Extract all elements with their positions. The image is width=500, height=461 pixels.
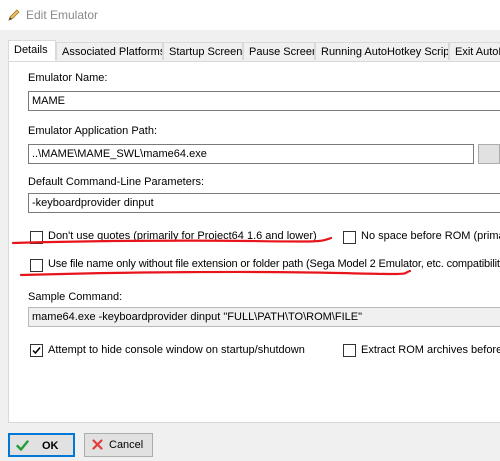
title-bar: Edit Emulator bbox=[0, 0, 500, 30]
tab-label: Exit AutoHo bbox=[455, 46, 500, 58]
hide-console-checkbox[interactable] bbox=[30, 344, 43, 357]
pencil-icon bbox=[8, 9, 20, 21]
tab-strip: Details Associated Platforms Startup Scr… bbox=[8, 40, 500, 61]
sample-command-label: Sample Command: bbox=[28, 291, 123, 303]
no-quotes-checkbox[interactable] bbox=[30, 231, 43, 244]
tab-label: Pause Screen bbox=[249, 46, 315, 58]
emulator-path-input[interactable]: ..\MAME\MAME_SWL\mame64.exe bbox=[28, 144, 474, 164]
cancel-label: Cancel bbox=[109, 439, 144, 451]
tab-details[interactable]: Details bbox=[8, 40, 56, 61]
window-title: Edit Emulator bbox=[26, 8, 99, 22]
checkmark-icon bbox=[16, 440, 29, 451]
extract-rom-checkbox[interactable] bbox=[343, 344, 356, 357]
emulator-name-label: Emulator Name: bbox=[28, 72, 108, 84]
tab-label: Associated Platforms bbox=[62, 46, 163, 58]
tab-label: Details bbox=[14, 44, 48, 56]
checkmark-icon bbox=[32, 347, 41, 355]
details-panel bbox=[8, 61, 500, 423]
params-input[interactable]: -keyboardprovider dinput bbox=[28, 193, 500, 213]
emulator-name-input[interactable]: MAME bbox=[28, 91, 500, 111]
filename-only-checkbox[interactable] bbox=[30, 259, 43, 272]
tab-associated-platforms[interactable]: Associated Platforms bbox=[56, 42, 163, 60]
params-label: Default Command-Line Parameters: bbox=[28, 176, 205, 188]
hide-console-label: Attempt to hide console window on startu… bbox=[48, 344, 305, 356]
browse-path-button[interactable] bbox=[478, 144, 500, 164]
cancel-button[interactable]: Cancel bbox=[84, 433, 153, 457]
tab-exit-autohotkey[interactable]: Exit AutoHo bbox=[449, 42, 500, 60]
tab-pause-screen[interactable]: Pause Screen bbox=[243, 42, 315, 60]
filename-only-label: Use file name only without file extensio… bbox=[48, 258, 500, 270]
tab-label: Startup Screen bbox=[169, 46, 243, 58]
emulator-path-label: Emulator Application Path: bbox=[28, 125, 158, 137]
tab-running-autohotkey-script[interactable]: Running AutoHotkey Script bbox=[315, 42, 449, 60]
sample-command-field: mame64.exe -keyboardprovider dinput "FUL… bbox=[28, 307, 500, 327]
ok-label: OK bbox=[42, 440, 59, 452]
x-icon bbox=[92, 439, 103, 450]
no-space-checkbox[interactable] bbox=[343, 231, 356, 244]
extract-rom-label: Extract ROM archives before ru bbox=[361, 344, 500, 356]
tab-startup-screen[interactable]: Startup Screen bbox=[163, 42, 243, 60]
ok-button[interactable]: OK bbox=[8, 433, 75, 457]
no-quotes-label: Don't use quotes (primarily for Project6… bbox=[48, 230, 317, 242]
no-space-label: No space before ROM (primarily bbox=[361, 230, 500, 242]
tab-label: Running AutoHotkey Script bbox=[321, 46, 449, 58]
